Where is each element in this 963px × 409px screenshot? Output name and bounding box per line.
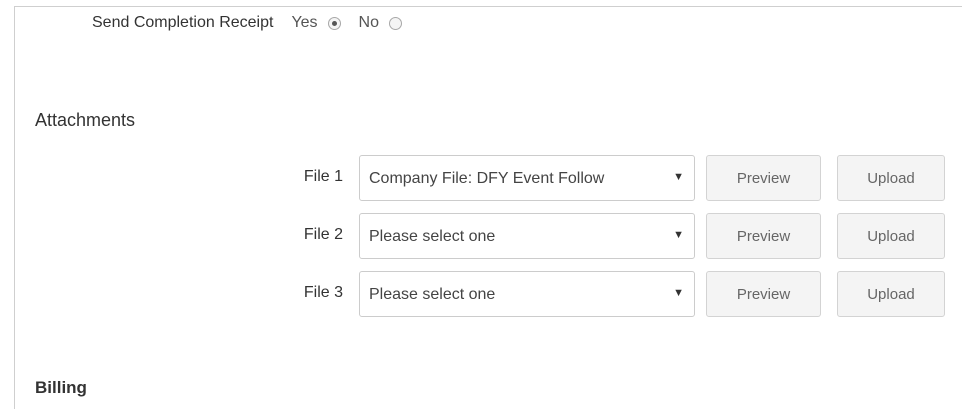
file-row-2: File 2 Please select one ▼ Preview Uploa… — [0, 213, 963, 259]
completion-receipt-label: Send Completion Receipt — [92, 14, 274, 31]
file-1-select[interactable]: Company File: DFY Event Follow ▼ — [359, 155, 695, 201]
file-3-upload-button[interactable]: Upload — [837, 271, 945, 317]
receipt-yes-radio[interactable] — [327, 16, 341, 30]
file-3-selected-value: Please select one — [369, 286, 496, 303]
attachments-heading: Attachments — [35, 110, 136, 130]
file-2-selected-value: Please select one — [369, 228, 496, 245]
receipt-yes-label[interactable]: Yes — [291, 14, 317, 32]
file-2-upload-button[interactable]: Upload — [837, 213, 945, 259]
file-3-preview-button[interactable]: Preview — [706, 271, 821, 317]
file-3-select[interactable]: Please select one ▼ — [359, 271, 695, 317]
receipt-no-radio[interactable] — [389, 16, 402, 30]
file-3-label: File 3 — [303, 284, 343, 301]
file-2-preview-button[interactable]: Preview — [706, 213, 821, 259]
form-panel — [14, 6, 962, 409]
file-2-select[interactable]: Please select one ▼ — [359, 213, 695, 259]
receipt-no-label[interactable]: No — [359, 14, 379, 32]
completion-receipt-row: Send Completion Receipt Yes No — [92, 14, 420, 32]
file-1-upload-button[interactable]: Upload — [837, 155, 945, 201]
chevron-down-icon: ▼ — [673, 229, 684, 241]
file-1-label: File 1 — [303, 168, 343, 185]
file-row-3: File 3 Please select one ▼ Preview Uploa… — [0, 271, 963, 317]
file-1-preview-button[interactable]: Preview — [706, 155, 821, 201]
chevron-down-icon: ▼ — [673, 171, 684, 183]
file-2-label: File 2 — [303, 226, 343, 243]
billing-heading: Billing — [35, 378, 87, 397]
file-row-1: File 1 Company File: DFY Event Follow ▼ … — [0, 155, 963, 201]
chevron-down-icon: ▼ — [673, 287, 684, 299]
file-1-selected-value: Company File: DFY Event Follow — [369, 170, 605, 187]
